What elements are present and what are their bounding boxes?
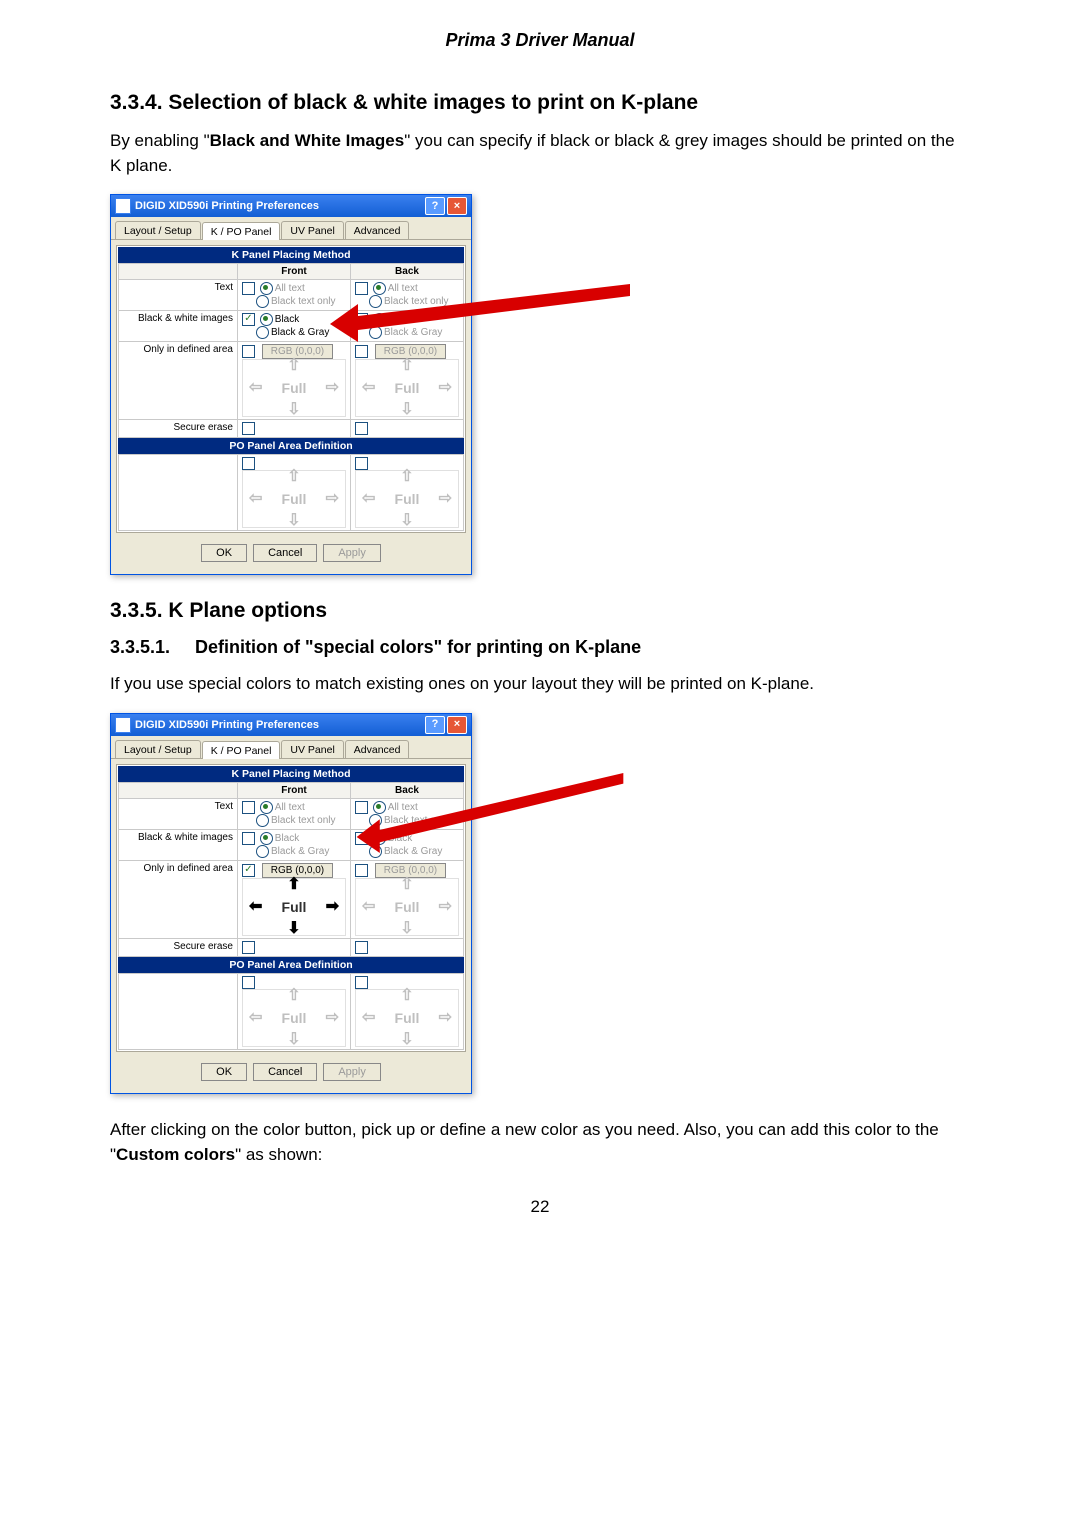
area-front: ⇧ ⇦ Full ⇨ ⇩	[242, 359, 346, 417]
secure-back-checkbox[interactable]	[355, 422, 368, 435]
tab-layout-setup[interactable]: Layout / Setup	[115, 740, 201, 758]
row-secure-label: Secure erase	[119, 420, 238, 438]
row-bw-label: Black & white images	[119, 311, 238, 342]
apply-button[interactable]: Apply	[323, 544, 381, 562]
cancel-button[interactable]: Cancel	[253, 1063, 317, 1081]
help-button[interactable]: ?	[425, 716, 445, 734]
po-area-front: ⇧⇦ Full ⇨⇩	[242, 470, 346, 528]
heading-334: 3.3.4. Selection of black & white images…	[110, 91, 970, 115]
heading-3351: 3.3.5.1. Definition of "special colors" …	[110, 637, 970, 658]
po-back-checkbox[interactable]	[355, 457, 368, 470]
doc-header: Prima 3 Driver Manual	[110, 30, 970, 51]
dialog-title: DIGID XID590i Printing Preferences	[135, 200, 319, 212]
area-back: ⇧⇦ Full ⇨⇩	[355, 359, 459, 417]
bw-front-black-radio[interactable]	[260, 313, 273, 326]
po-panel-header: PO Panel Area Definition	[118, 957, 464, 973]
heading-335: 3.3.5. K Plane options	[110, 599, 970, 623]
po-front-checkbox[interactable]	[242, 457, 255, 470]
tab-advanced[interactable]: Advanced	[345, 221, 410, 239]
cancel-button[interactable]: Cancel	[253, 544, 317, 562]
ok-button[interactable]: OK	[201, 1063, 247, 1081]
screenshot-1: DIGID XID590i Printing Preferences ? × L…	[110, 194, 590, 575]
dialog-title: DIGID XID590i Printing Preferences	[135, 719, 319, 731]
tab-k-po-panel[interactable]: K / PO Panel	[202, 222, 281, 240]
screenshot-2: DIGID XID590i Printing Preferences ? × L…	[110, 713, 590, 1094]
printing-prefs-dialog: DIGID XID590i Printing Preferences ? × L…	[110, 194, 472, 575]
text-front-checkbox[interactable]	[242, 282, 255, 295]
defined-front-checkbox[interactable]	[242, 864, 255, 877]
po-area-back: ⇧⇦ Full ⇨⇩	[355, 470, 459, 528]
col-front: Front	[238, 782, 351, 798]
app-icon	[115, 198, 131, 214]
col-back: Back	[351, 264, 464, 280]
tab-advanced[interactable]: Advanced	[345, 740, 410, 758]
ok-button[interactable]: OK	[201, 544, 247, 562]
po-area-front: ⇧⇦ Full ⇨⇩	[242, 989, 346, 1047]
po-back-checkbox[interactable]	[355, 976, 368, 989]
tabs: Layout / Setup K / PO Panel UV Panel Adv…	[111, 217, 471, 240]
po-panel-header: PO Panel Area Definition	[118, 438, 464, 454]
secure-front-checkbox[interactable]	[242, 941, 255, 954]
bw-front-checkbox[interactable]	[242, 832, 255, 845]
area-back: ⇧⇦ Full ⇨⇩	[355, 878, 459, 936]
arrow-left-icon: ⇦	[249, 380, 262, 396]
app-icon	[115, 717, 131, 733]
bw-front-blackgray-radio[interactable]	[256, 326, 269, 339]
row-defined-label: Only in defined area	[119, 342, 238, 420]
po-area-back: ⇧⇦ Full ⇨⇩	[355, 989, 459, 1047]
para-3351: If you use special colors to match exist…	[110, 672, 970, 697]
po-front-checkbox[interactable]	[242, 976, 255, 989]
k-panel-header: K Panel Placing Method	[118, 247, 464, 263]
row-text-label: Text	[119, 798, 238, 829]
defined-front-checkbox[interactable]	[242, 345, 255, 358]
arrow-down-icon: ⇩	[287, 402, 300, 418]
tab-k-po-panel[interactable]: K / PO Panel	[202, 741, 281, 759]
tab-uv-panel[interactable]: UV Panel	[281, 740, 343, 758]
defined-back-checkbox[interactable]	[355, 864, 368, 877]
secure-front-checkbox[interactable]	[242, 422, 255, 435]
row-defined-label: Only in defined area	[119, 860, 238, 938]
help-button[interactable]: ?	[425, 197, 445, 215]
page-number: 22	[110, 1197, 970, 1217]
row-text-label: Text	[119, 280, 238, 311]
area-front-active[interactable]: ⬆ ⬅ Full ➡ ⬇	[242, 878, 346, 936]
row-secure-label: Secure erase	[119, 938, 238, 956]
bw-front-checkbox[interactable]	[242, 313, 255, 326]
col-front: Front	[238, 264, 351, 280]
apply-button[interactable]: Apply	[323, 1063, 381, 1081]
arrow-right-icon: ⇨	[326, 380, 339, 396]
printing-prefs-dialog-2: DIGID XID590i Printing Preferences ? × L…	[110, 713, 472, 1094]
close-button[interactable]: ×	[447, 197, 467, 215]
para-334: By enabling "Black and White Images" you…	[110, 129, 970, 178]
close-button[interactable]: ×	[447, 716, 467, 734]
tab-layout-setup[interactable]: Layout / Setup	[115, 221, 201, 239]
arrow-up-icon: ⇧	[287, 358, 300, 374]
secure-back-checkbox[interactable]	[355, 941, 368, 954]
row-bw-label: Black & white images	[119, 829, 238, 860]
tab-uv-panel[interactable]: UV Panel	[281, 221, 343, 239]
text-front-checkbox[interactable]	[242, 801, 255, 814]
para-after: After clicking on the color button, pick…	[110, 1118, 970, 1167]
